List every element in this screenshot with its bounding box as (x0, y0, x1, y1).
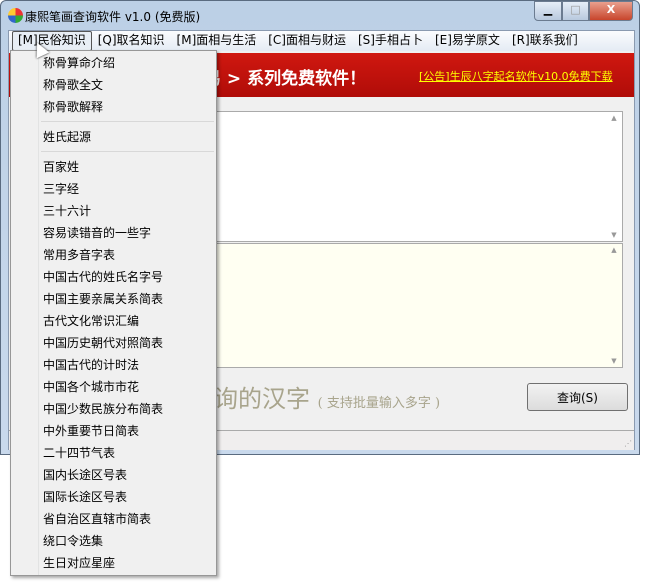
close-button[interactable]: X (589, 1, 633, 21)
dropdown-item[interactable]: 三十六计 (11, 200, 216, 222)
dropdown-item[interactable]: 国际长途区号表 (11, 486, 216, 508)
scrollbar[interactable]: ▲ ▼ (608, 114, 620, 239)
menu-folk-knowledge[interactable]: [M]民俗知识 (12, 31, 92, 51)
banner-text: 易 > 系列免费软件！ (204, 69, 367, 89)
dropdown-item[interactable]: 省自治区直辖市简表 (11, 508, 216, 530)
maximize-button[interactable]: □ (562, 1, 589, 21)
menu-contact[interactable]: [R]联系我们 (506, 31, 584, 51)
dropdown-item[interactable]: 绕口令选集 (11, 530, 216, 552)
minimize-button[interactable]: ▁ (534, 1, 562, 21)
scrollbar[interactable]: ▲ ▼ (608, 246, 620, 365)
dropdown-item[interactable]: 容易读错音的一些字 (11, 222, 216, 244)
dropdown-item[interactable]: 国内长途区号表 (11, 464, 216, 486)
dropdown-item[interactable]: 中国历史朝代对照简表 (11, 332, 216, 354)
dropdown-item[interactable]: 称骨歌全文 (11, 74, 216, 96)
dropdown-item[interactable]: 中外重要节日简表 (11, 420, 216, 442)
menubar: [M]民俗知识 [Q]取名知识 [M]面相与生活 [C]面相与财运 [S]手相占… (9, 31, 634, 51)
dropdown-item[interactable]: 生日对应星座 (11, 552, 216, 574)
dropdown-item[interactable]: 古代文化常识汇编 (11, 310, 216, 332)
dropdown-item[interactable]: 姓氏起源 (11, 126, 216, 148)
resize-grip-icon[interactable]: ⋰ (624, 439, 632, 448)
hint-sub: ( 支持批量输入多字 ) (317, 396, 441, 411)
dropdown-item[interactable]: 中国古代的计时法 (11, 354, 216, 376)
menu-separator (41, 121, 214, 122)
dropdown-item[interactable]: 中国古代的姓氏名字号 (11, 266, 216, 288)
dropdown-item[interactable]: 中国各个城市市花 (11, 376, 216, 398)
menu-face-wealth[interactable]: [C]面相与财运 (262, 31, 352, 51)
dropdown-item[interactable]: 百家姓 (11, 156, 216, 178)
app-icon (8, 8, 23, 23)
dropdown-item[interactable]: 三字经 (11, 178, 216, 200)
hint-main: 询的汉字 (214, 385, 310, 413)
window-title: 康熙笔画查询软件 v1.0 (免费版) (25, 10, 201, 24)
dropdown-menu: 称骨算命介绍 称骨歌全文 称骨歌解释 姓氏起源 百家姓 三字经 三十六计 容易读错音的一些字常… (10, 50, 217, 576)
query-button[interactable]: 查询(S) (527, 383, 628, 411)
menu-face-life[interactable]: [M]面相与生活 (171, 31, 263, 51)
dropdown-item[interactable]: 中国少数民族分布简表 (11, 398, 216, 420)
dropdown-item[interactable]: 二十四节气表 (11, 442, 216, 464)
result-textarea[interactable]: ▲ ▼ (210, 111, 623, 242)
menu-naming-knowledge[interactable]: [Q]取名知识 (92, 31, 171, 51)
announcement-link[interactable]: [公告]生辰八字起名软件v10.0免费下载 (419, 68, 613, 84)
input-textarea[interactable]: ▲ ▼ (210, 243, 623, 368)
dropdown-item[interactable]: 称骨歌解释 (11, 96, 216, 118)
menu-yi-texts[interactable]: [E]易学原文 (429, 31, 506, 51)
dropdown-item[interactable]: 中国主要亲属关系简表 (11, 288, 216, 310)
input-hint: 询的汉字 ( 支持批量输入多字 ) (214, 379, 440, 414)
dropdown-item[interactable]: 常用多音字表 (11, 244, 216, 266)
menu-palmistry[interactable]: [S]手相占卜 (352, 31, 429, 51)
menu-separator (41, 151, 214, 152)
